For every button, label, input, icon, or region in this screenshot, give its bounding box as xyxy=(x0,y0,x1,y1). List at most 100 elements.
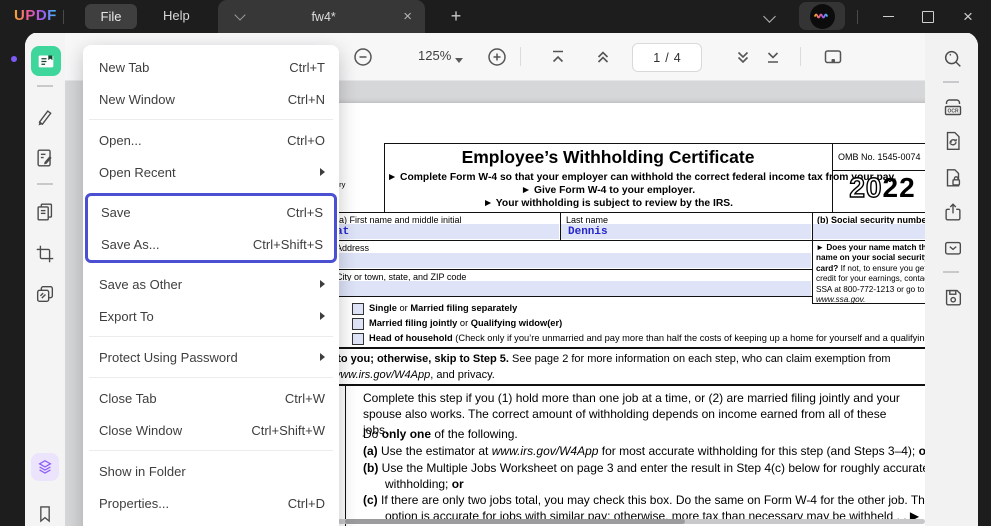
form-subtitle-line: ► Give Form W-4 to your employer. xyxy=(387,185,829,196)
maximize-button[interactable] xyxy=(911,0,945,33)
page-total: 4 xyxy=(674,51,681,65)
envelope-icon xyxy=(942,237,964,259)
share-button[interactable] xyxy=(939,198,967,226)
zoom-out-button[interactable] xyxy=(352,46,374,68)
step2-item-b: (b) Use the Multiple Jobs Worksheet on p… xyxy=(363,460,925,492)
address-field[interactable] xyxy=(331,253,811,268)
convert-button[interactable] xyxy=(939,127,967,155)
document-tab[interactable]: fw4* × xyxy=(218,0,425,33)
organize-pages-button[interactable] xyxy=(31,198,59,226)
form-year: 2022 xyxy=(832,172,925,204)
zoom-dropdown-icon[interactable] xyxy=(453,49,465,71)
minimize-icon xyxy=(883,16,894,18)
ocr-button[interactable]: OCR xyxy=(939,93,967,121)
rail-divider xyxy=(943,81,959,83)
previous-page-button[interactable] xyxy=(592,46,614,68)
ai-assistant-button[interactable] xyxy=(799,2,845,30)
menu-item-export-to[interactable]: Export To xyxy=(83,300,339,332)
ai-assistant-tool-button[interactable] xyxy=(31,453,59,481)
menu-item-protect-using-password[interactable]: Protect Using Password xyxy=(83,341,339,373)
ssn-note: ► Does your name match the name on your … xyxy=(816,243,925,305)
close-button[interactable]: × xyxy=(951,0,985,33)
toolbar-divider xyxy=(520,47,521,66)
search-button[interactable] xyxy=(939,45,967,73)
menu-item-new-tab[interactable]: New TabCtrl+T xyxy=(83,51,339,83)
checkbox-married-jointly-label: Married filing jointly or Qualifying wid… xyxy=(369,318,562,328)
checkbox-head-of-household[interactable] xyxy=(352,333,364,345)
file-menu-dropdown: New TabCtrl+T New WindowCtrl+N Open...Ct… xyxy=(83,45,339,526)
right-toolbar: OCR xyxy=(925,32,978,526)
menu-item-new-window[interactable]: New WindowCtrl+N xyxy=(83,83,339,115)
floppy-disk-icon xyxy=(942,286,964,308)
submenu-arrow-icon xyxy=(320,312,325,320)
notification-dot xyxy=(11,56,17,62)
tab-title: fw4* xyxy=(244,10,403,24)
email-button[interactable] xyxy=(939,234,967,262)
slideshow-button[interactable] xyxy=(822,46,844,68)
menu-item-open[interactable]: Open...Ctrl+O xyxy=(83,124,339,156)
last-name-value[interactable]: Dennis xyxy=(568,226,608,238)
updf-app-window: { "titlebar": { "logo": "UPDF", "file_me… xyxy=(0,0,991,526)
ssn-field[interactable] xyxy=(813,224,925,239)
menu-divider xyxy=(89,450,333,451)
step2-item-a: (a) Use the estimator at www.irs.gov/W4A… xyxy=(363,443,925,459)
rail-divider xyxy=(37,183,53,185)
first-page-button[interactable] xyxy=(547,46,569,68)
page-current[interactable]: 1 xyxy=(653,51,660,65)
menu-item-save[interactable]: SaveCtrl+S xyxy=(88,196,334,228)
stamp-icon xyxy=(34,283,56,305)
file-menu-button[interactable]: File xyxy=(85,4,137,29)
submenu-arrow-icon xyxy=(320,353,325,361)
edit-button[interactable] xyxy=(31,144,59,172)
titlebar-chevron-down-icon[interactable] xyxy=(765,12,774,21)
compress-button[interactable] xyxy=(939,164,967,192)
first-name-field[interactable] xyxy=(331,224,559,239)
submenu-arrow-icon xyxy=(320,168,325,176)
menu-item-save-as-other[interactable]: Save as Other xyxy=(83,268,339,300)
checkbox-married-jointly[interactable] xyxy=(352,318,364,330)
menu-item-show-in-folder[interactable]: Show in Folder xyxy=(83,455,339,487)
menu-item-close-tab[interactable]: Close TabCtrl+W xyxy=(83,382,339,414)
save-highlight-group: SaveCtrl+S Save As...Ctrl+Shift+S xyxy=(85,193,337,263)
form-line xyxy=(330,269,812,270)
zoom-level[interactable]: 125% xyxy=(418,48,451,63)
checkbox-single[interactable] xyxy=(352,303,364,315)
menu-item-properties[interactable]: Properties...Ctrl+D xyxy=(83,487,339,519)
horizontal-scrollbar-thumb[interactable] xyxy=(345,519,685,524)
last-page-button[interactable] xyxy=(762,46,784,68)
updf-logo: UPDF xyxy=(14,7,57,24)
new-tab-button[interactable]: + xyxy=(444,4,468,28)
bookmark-button[interactable] xyxy=(31,500,59,526)
next-page-button[interactable] xyxy=(732,46,754,68)
crop-pages-button[interactable] xyxy=(31,240,59,268)
left-toolbar xyxy=(25,32,65,526)
comment-button[interactable] xyxy=(31,103,59,131)
reader-mode-button[interactable] xyxy=(31,46,61,76)
bookmark-icon xyxy=(35,504,55,524)
submenu-arrow-icon xyxy=(320,280,325,288)
save-button[interactable] xyxy=(939,283,967,311)
page-indicator[interactable]: 1 / 4 xyxy=(632,43,702,72)
crop-icon xyxy=(34,243,56,265)
convert-document-icon xyxy=(942,130,964,152)
titlebar-divider xyxy=(63,10,64,24)
menu-divider xyxy=(89,336,333,337)
city-field[interactable] xyxy=(331,281,811,296)
titlebar-divider xyxy=(857,10,858,24)
menu-item-open-recent[interactable]: Open Recent xyxy=(83,156,339,188)
rail-divider xyxy=(37,85,53,87)
menu-item-close-window[interactable]: Close WindowCtrl+Shift+W xyxy=(83,414,339,446)
menu-item-save-as[interactable]: Save As...Ctrl+Shift+S xyxy=(88,228,334,260)
stamp-button[interactable] xyxy=(31,280,59,308)
form-title: Employee’s Withholding Certificate xyxy=(384,147,832,168)
form-line xyxy=(330,240,925,241)
layers-icon xyxy=(35,457,55,477)
titlebar: UPDF File Help fw4* × + × xyxy=(0,0,991,33)
edit-document-icon xyxy=(34,147,56,169)
page-separator: / xyxy=(665,51,668,65)
marker-pen-icon xyxy=(34,106,56,128)
zoom-in-button[interactable] xyxy=(486,46,508,68)
tab-close-icon[interactable]: × xyxy=(403,9,412,24)
help-menu-button[interactable]: Help xyxy=(163,8,190,23)
minimize-button[interactable] xyxy=(871,0,905,33)
